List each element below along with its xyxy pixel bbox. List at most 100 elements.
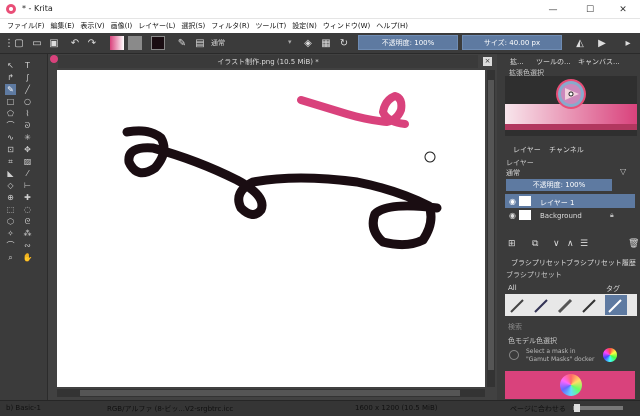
multibrush-icon[interactable]: ✳ [22, 132, 33, 143]
visibility-eye-icon[interactable]: ◉ [509, 197, 516, 206]
menu-window[interactable]: ウィンドウ(W) [320, 21, 373, 31]
measure-tool-icon[interactable]: ⊢ [22, 180, 33, 191]
lock-icon[interactable]: 🔒︎ [610, 211, 614, 220]
menu-file[interactable]: ファイル(F) [4, 21, 48, 31]
drawing-canvas[interactable] [57, 70, 485, 387]
blend-mode-dropdown[interactable]: 通常 [211, 38, 225, 48]
layer-blend-mode-dropdown[interactable]: 通常 [506, 168, 520, 178]
foreground-color-swatch[interactable] [151, 36, 165, 50]
layer-properties-icon[interactable]: ☰ [580, 239, 588, 249]
magnetic-select-icon[interactable]: ∾ [22, 240, 33, 251]
zoom-tool-icon[interactable]: ⌕ [5, 252, 16, 263]
alpha-lock-icon[interactable]: ▦ [318, 35, 334, 51]
freehand-brush-icon[interactable]: ✎ [5, 84, 16, 95]
menu-edit[interactable]: 編集(E) [48, 21, 78, 31]
new-document-icon[interactable]: ▢ [11, 35, 27, 51]
tab-tool-options[interactable]: ツールの... [536, 57, 571, 67]
close-button[interactable]: ✕ [606, 0, 640, 19]
gamut-wheel[interactable] [560, 374, 582, 396]
filter-icon[interactable]: ▽ [620, 167, 626, 176]
layer-name[interactable]: レイヤー 1 [540, 198, 574, 208]
menu-filter[interactable]: フィルタ(R) [208, 21, 252, 31]
brush-settings-icon[interactable]: ▤ [192, 35, 208, 51]
close-document-icon[interactable]: × [483, 57, 492, 66]
zoom-slider[interactable] [573, 406, 623, 410]
ellipse-select-icon[interactable]: ◌ [22, 204, 33, 215]
calligraphy-icon[interactable]: ∫ [22, 72, 33, 83]
menu-select[interactable]: 選択(S) [178, 21, 208, 31]
size-slider[interactable]: サイズ: 40.00 px [462, 35, 562, 50]
zoom-slider-handle[interactable] [574, 404, 580, 412]
eraser-icon[interactable]: ◈ [300, 35, 316, 51]
open-document-icon[interactable]: ▭ [29, 35, 45, 51]
polygon-tool-icon[interactable]: ⬠ [5, 108, 16, 119]
smart-patch-icon[interactable]: ✚ [22, 192, 33, 203]
polygon-select-icon[interactable]: ⬡ [5, 216, 16, 227]
gradient-swatch[interactable] [110, 36, 124, 50]
redo-icon[interactable]: ↷ [84, 35, 100, 51]
color-wheel-icon[interactable] [603, 348, 617, 362]
polyline-tool-icon[interactable]: ⌇ [22, 108, 33, 119]
text-tool-icon[interactable]: T [22, 60, 33, 71]
move-down-icon[interactable]: ∨ [553, 239, 560, 249]
brush-search-input[interactable]: 検索 [508, 322, 522, 332]
tag-button[interactable]: タグ [606, 284, 620, 294]
brush-preset-icon[interactable]: ✎ [174, 35, 190, 51]
bezier-select-icon[interactable]: ⌒ [5, 240, 16, 251]
menu-layer[interactable]: レイヤー(L) [135, 21, 178, 31]
colorpicker-icon[interactable]: ⁄ [22, 168, 33, 179]
vertical-scroll-thumb[interactable] [488, 80, 494, 370]
pan-tool-icon[interactable]: ✋ [22, 252, 33, 263]
save-icon[interactable]: ▣ [46, 35, 62, 51]
add-layer-icon[interactable]: ⊞ [508, 239, 516, 249]
horizontal-scroll-thumb[interactable] [80, 390, 460, 396]
rect-select-icon[interactable]: ⬚ [5, 204, 16, 215]
menu-settings[interactable]: 設定(N) [289, 21, 320, 31]
freehand-path-icon[interactable]: ᘐ [22, 120, 33, 131]
minimize-button[interactable]: — [536, 0, 570, 19]
layer-opacity-slider[interactable]: 不透明度: 100% [506, 179, 612, 191]
transform-tool-icon[interactable]: ⊡ [5, 144, 16, 155]
ellipse-tool-icon[interactable]: ○ [22, 96, 33, 107]
similar-select-icon[interactable]: ⁂ [22, 228, 33, 239]
tab-canvas[interactable]: キャンバス... [578, 57, 620, 67]
mirror-horizontal-icon[interactable]: ◭ [572, 35, 588, 51]
dynamic-brush-icon[interactable]: ∿ [5, 132, 16, 143]
assistant-tool-icon[interactable]: ◇ [5, 180, 16, 191]
tab-advanced-color[interactable]: 拡... [510, 57, 524, 67]
current-brush[interactable]: b) Basic-1 [6, 404, 41, 412]
layer-name[interactable]: Background [540, 212, 582, 220]
maximize-button[interactable]: ☐ [573, 0, 607, 19]
menu-image[interactable]: 画像(I) [108, 21, 136, 31]
move-tool-icon[interactable]: ✥ [22, 144, 33, 155]
document-tab[interactable]: イラスト制作.png (10.5 MiB) * [58, 55, 478, 68]
fill-tool-icon[interactable]: ◣ [5, 168, 16, 179]
pattern-swatch[interactable] [128, 36, 142, 50]
wrap-around-icon[interactable]: ▸ [620, 35, 636, 51]
brush-filter-dropdown[interactable]: All [508, 284, 517, 292]
menu-tools[interactable]: ツール(T) [252, 21, 289, 31]
brush-preset-strip[interactable] [505, 294, 637, 316]
tab-brush-presets[interactable]: ブラシプリセット [511, 258, 567, 268]
move-up-icon[interactable]: ∧ [567, 239, 574, 249]
reference-tool-icon[interactable]: ⊕ [5, 192, 16, 203]
duplicate-layer-icon[interactable]: ⧉ [532, 239, 538, 249]
mirror-vertical-icon[interactable]: ▶ [594, 35, 610, 51]
tab-brush-history[interactable]: ブラシプリセット履歴 [566, 258, 636, 268]
line-tool-icon[interactable]: ╱ [22, 84, 33, 95]
crop-tool-icon[interactable]: ⌗ [5, 156, 16, 167]
delete-layer-icon[interactable]: 🗑︎ [628, 239, 639, 249]
zoom-mode[interactable]: ページに合わせる [510, 404, 566, 414]
menu-help[interactable]: ヘルプ(H) [373, 21, 411, 31]
menu-view[interactable]: 表示(V) [77, 21, 107, 31]
bezier-tool-icon[interactable]: ⌒ [5, 120, 16, 131]
tab-layers[interactable]: レイヤー [513, 145, 541, 155]
undo-icon[interactable]: ↶ [67, 35, 83, 51]
rectangle-tool-icon[interactable]: □ [5, 96, 16, 107]
reload-icon[interactable]: ↻ [336, 35, 352, 51]
select-shapes-icon[interactable]: ↖ [5, 60, 16, 71]
color-selector[interactable] [505, 76, 637, 136]
contiguous-select-icon[interactable]: ✧ [5, 228, 16, 239]
freehand-select-icon[interactable]: ᘓ [22, 216, 33, 227]
tab-channels[interactable]: チャンネル [549, 145, 584, 155]
